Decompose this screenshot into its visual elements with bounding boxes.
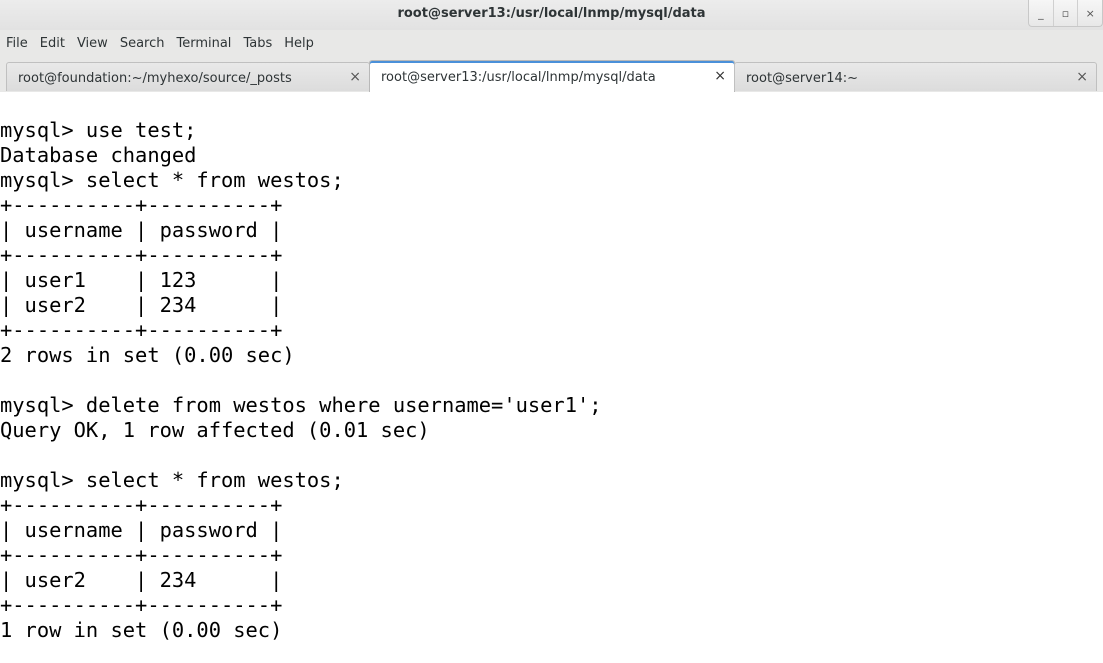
title-bar: root@server13:/usr/local/lnmp/mysql/data… [0,0,1103,30]
tab-close-icon[interactable]: × [349,69,361,85]
terminal-line: mysql> select * from westos; [0,168,344,192]
tab-label: root@server14:~ [746,71,859,86]
menu-help[interactable]: Help [278,30,320,58]
menu-bar: File Edit View Search Terminal Tabs Help [0,30,1103,58]
tab-label: root@server13:/usr/local/lnmp/mysql/data [381,70,656,85]
terminal-line: 2 rows in set (0.00 sec) [0,343,295,367]
menu-file[interactable]: File [0,30,34,58]
menu-edit[interactable]: Edit [34,30,71,58]
terminal-line: Query OK, 1 row affected (0.01 sec) [0,418,430,442]
terminal-window: root@server13:/usr/local/lnmp/mysql/data… [0,0,1103,663]
tab-bar: root@foundation:~/myhexo/source/_posts ×… [0,58,1103,93]
terminal-line: | user2 | 234 | [0,293,283,317]
terminal-line: +----------+----------+ [0,193,283,217]
terminal-output[interactable]: mysql> use test; Database changed mysql> s… [0,92,1103,663]
tab-label: root@foundation:~/myhexo/source/_posts [18,71,292,86]
terminal-line: | user2 | 234 | [0,568,283,592]
terminal-line: +----------+----------+ [0,243,283,267]
menu-terminal[interactable]: Terminal [170,30,237,58]
terminal-line: Database changed [0,143,197,167]
window-title: root@server13:/usr/local/lnmp/mysql/data [397,6,706,21]
menu-view[interactable]: View [71,30,114,58]
terminal-line: mysql> delete from westos where username… [0,393,602,417]
terminal-line: +----------+----------+ [0,318,283,342]
terminal-line: +----------+----------+ [0,593,283,617]
menu-tabs[interactable]: Tabs [237,30,278,58]
maximize-button[interactable]: ▫ [1054,0,1079,26]
window-controls: _ ▫ × [1028,0,1103,27]
terminal-text: mysql> use test; Database changed mysql> s… [0,118,602,643]
terminal-line: mysql> use test; [0,118,197,142]
tab-foundation[interactable]: root@foundation:~/myhexo/source/_posts × [6,62,370,91]
close-button[interactable]: × [1078,0,1102,26]
terminal-line: | username | password | [0,218,283,242]
terminal-line: mysql> select * from westos; [0,468,344,492]
terminal-line: +----------+----------+ [0,493,283,517]
menu-search[interactable]: Search [114,30,171,58]
terminal-line: | user1 | 123 | [0,268,283,292]
minimize-button[interactable]: _ [1029,0,1054,26]
tab-close-icon[interactable]: × [714,68,726,84]
tab-server13[interactable]: root@server13:/usr/local/lnmp/mysql/data… [369,60,735,92]
tab-server14[interactable]: root@server14:~ × [734,62,1097,91]
tab-close-icon[interactable]: × [1076,69,1088,85]
terminal-line: | username | password | [0,518,283,542]
terminal-line: 1 row in set (0.00 sec) [0,618,283,642]
terminal-line: +----------+----------+ [0,543,283,567]
